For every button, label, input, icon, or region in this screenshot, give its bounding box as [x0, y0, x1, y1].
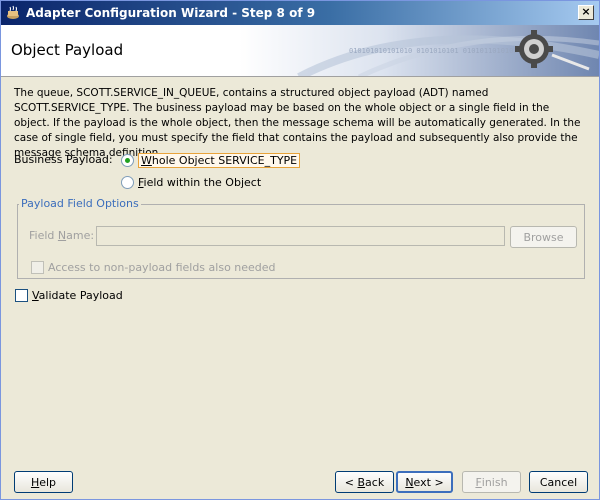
header-banner-graphic: 010101010101010 0101010101 0101011010100… [239, 25, 599, 76]
field-name-input[interactable] [96, 226, 505, 246]
title-bar[interactable]: Adapter Configuration Wizard - Step 8 of… [1, 1, 599, 25]
validate-payload-label: Validate Payload [32, 289, 123, 302]
mnemonic-letter: N [57, 229, 67, 242]
mnemonic-letter: N [405, 475, 414, 489]
mnemonic-letter: W [141, 154, 152, 167]
label-text: ame: [66, 229, 95, 242]
page-title: Object Payload [11, 41, 124, 59]
radio-whole-object-label: Whole Object SERVICE_TYPE [138, 153, 301, 168]
radio-field-within-object[interactable]: Field within the Object [121, 176, 261, 189]
adapter-configuration-wizard-dialog: Adapter Configuration Wizard - Step 8 of… [0, 0, 600, 500]
cancel-button[interactable]: Cancel [529, 471, 588, 493]
mnemonic-letter: V [32, 289, 39, 302]
checkbox-box[interactable] [31, 261, 44, 274]
mnemonic-letter: H [30, 475, 40, 489]
button-label: inish [481, 475, 508, 489]
validate-payload-checkbox[interactable]: Validate Payload [15, 289, 123, 302]
button-label: elp [39, 475, 57, 489]
radio-field-within-object-label: Field within the Object [138, 176, 261, 189]
checkbox-box[interactable] [15, 289, 28, 302]
mnemonic-letter: B [357, 475, 366, 489]
payload-field-options-legend: Payload Field Options [19, 197, 141, 210]
label-text: alidate Payload [38, 289, 123, 302]
help-button[interactable]: Help [14, 471, 73, 493]
access-non-payload-fields-label: Access to non-payload fields also needed [48, 261, 276, 274]
browse-button[interactable]: Browse [510, 226, 577, 248]
radio-button-unselected[interactable] [121, 176, 134, 189]
window-title: Adapter Configuration Wizard - Step 8 of… [26, 6, 316, 20]
radio-label-text: ield within the Object [143, 176, 262, 189]
page-header: Object Payload 010101010101010 010101010… [1, 25, 599, 77]
button-label: ext > [413, 475, 444, 489]
button-label: ack [365, 475, 385, 489]
close-button[interactable]: × [578, 5, 594, 20]
binary-digits-decoration: 010101010101010 0101010101 0101011010100… [349, 47, 543, 55]
back-button[interactable]: < Back [335, 471, 394, 493]
radio-whole-object[interactable]: Whole Object SERVICE_TYPE [121, 153, 301, 168]
access-non-payload-fields-checkbox[interactable]: Access to non-payload fields also needed [31, 261, 276, 274]
button-label: < [344, 475, 358, 489]
finish-button[interactable]: Finish [462, 471, 521, 493]
radio-button-selected[interactable] [121, 154, 134, 167]
description-text: The queue, SCOTT.SERVICE_IN_QUEUE, conta… [14, 87, 581, 159]
label-text: Field [29, 229, 58, 242]
business-payload-label: Business Payload: [14, 153, 113, 166]
oracle-coffee-cup-icon [7, 5, 19, 19]
radio-label-text: hole Object SERVICE_TYPE [151, 154, 298, 167]
field-name-label: Field Name: [29, 229, 94, 242]
next-button[interactable]: Next > [396, 471, 453, 493]
